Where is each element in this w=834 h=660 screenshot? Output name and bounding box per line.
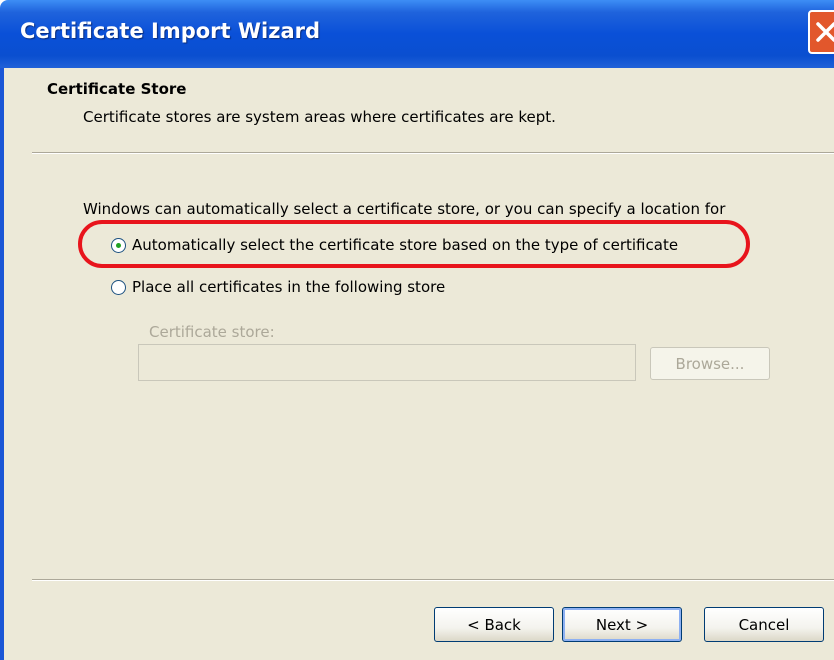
certificate-store-label: Certificate store: [149,323,275,341]
next-button[interactable]: Next > [562,607,682,642]
manual-store-label[interactable]: Place all certificates in the following … [132,278,445,296]
highlight-annotation [78,220,750,268]
certificate-import-wizard-window: Certificate Import Wizard Certificate St… [0,0,834,660]
wizard-client-area: Certificate Store Certificate stores are… [4,68,834,660]
wizard-header: Certificate Store Certificate stores are… [4,68,834,152]
close-icon [816,22,834,42]
cancel-button[interactable]: Cancel [704,607,824,642]
intro-text: Windows can automatically select a certi… [83,200,726,218]
close-button[interactable] [808,10,834,54]
browse-button[interactable]: Browse... [650,347,770,380]
back-button[interactable]: < Back [434,607,554,642]
certificate-store-field[interactable] [138,344,636,381]
window-title: Certificate Import Wizard [20,19,321,43]
page-title: Certificate Store [47,80,187,98]
manual-store-radio[interactable] [111,279,126,295]
manual-store-option[interactable]: Place all certificates in the following … [111,278,445,296]
footer-divider [32,579,834,581]
header-divider [32,152,834,154]
title-bar[interactable]: Certificate Import Wizard [0,0,834,68]
page-subtitle: Certificate stores are system areas wher… [83,108,556,126]
